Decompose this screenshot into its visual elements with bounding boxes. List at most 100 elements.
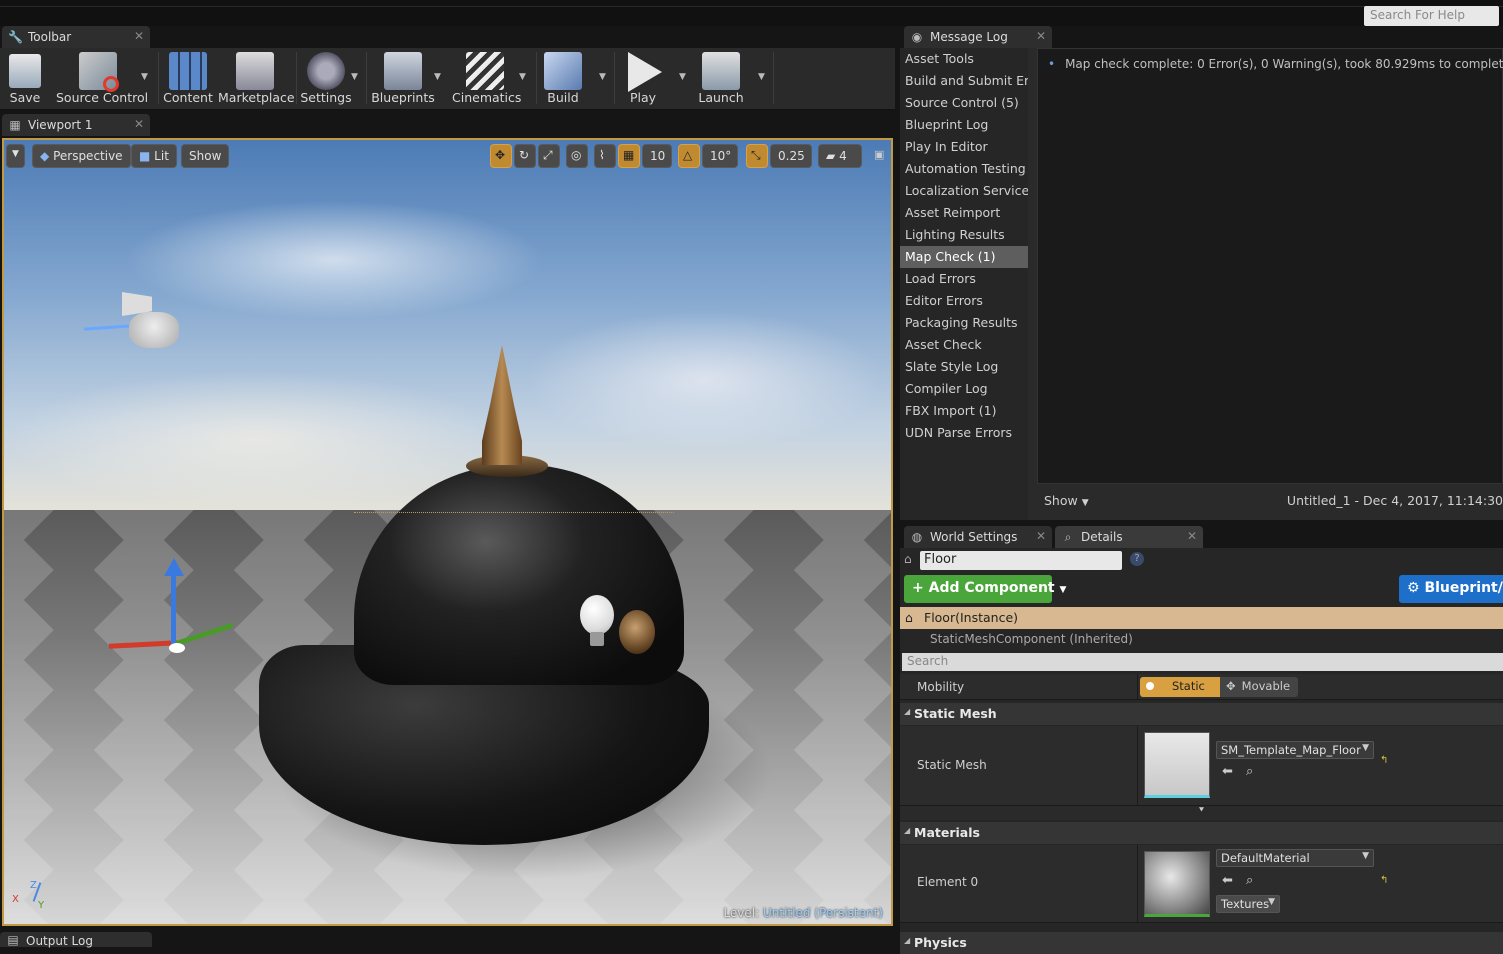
log-category-item[interactable]: Blueprint Log xyxy=(900,114,1028,136)
log-category-item[interactable]: Asset Reimport xyxy=(900,202,1028,224)
chevron-down-icon: ▼ xyxy=(1362,743,1369,753)
blueprint-add-script-button[interactable]: ⚙ Blueprint/Add Script xyxy=(1399,575,1503,603)
tab-toolbar[interactable]: 🔧 Toolbar ✕ xyxy=(2,26,150,48)
rotate-tool-icon[interactable]: ↻ xyxy=(514,144,536,168)
tab-viewport[interactable]: ▦ Viewport 1 ✕ xyxy=(2,114,150,136)
textures-dropdown[interactable]: Textures ▼ xyxy=(1216,895,1280,913)
static-mesh-dropdown[interactable]: SM_Template_Map_Floor ▼ xyxy=(1216,741,1374,759)
perspective-button[interactable]: ◆ Perspective xyxy=(32,144,131,168)
level-name[interactable]: Untitled (Persistent) xyxy=(763,906,883,920)
chevron-down-icon[interactable]: ▼ xyxy=(599,72,606,82)
wrench-icon: 🔧 xyxy=(8,30,23,44)
log-category-item[interactable]: FBX Import (1) xyxy=(900,400,1028,422)
move-icon: ✥ xyxy=(1226,679,1236,693)
title-strip: Search For Help xyxy=(0,0,1503,26)
category-materials[interactable]: Materials xyxy=(900,822,1503,844)
cinematics-button[interactable]: Cinematics xyxy=(452,48,521,108)
log-category-item[interactable]: Load Errors xyxy=(900,268,1028,290)
log-category-item[interactable]: Slate Style Log xyxy=(900,356,1028,378)
chevron-down-icon[interactable]: ▼ xyxy=(141,72,148,82)
close-icon[interactable]: ✕ xyxy=(1036,529,1046,543)
static-mesh-thumbnail[interactable] xyxy=(1144,732,1210,798)
scale-snap-value[interactable]: 0.25 xyxy=(770,144,812,168)
log-category-item[interactable]: Map Check (1) xyxy=(900,246,1028,268)
material-dropdown[interactable]: DefaultMaterial ▼ xyxy=(1216,849,1374,867)
play-button[interactable]: Play xyxy=(618,48,668,108)
point-light-icon[interactable] xyxy=(580,595,614,635)
help-icon[interactable]: ? xyxy=(1130,552,1144,566)
browse-icon[interactable]: ⌕ xyxy=(1246,873,1253,888)
close-icon[interactable]: ✕ xyxy=(134,117,144,131)
log-category-item[interactable]: Packaging Results xyxy=(900,312,1028,334)
log-category-item[interactable]: Editor Errors xyxy=(900,290,1028,312)
tab-output-log[interactable]: ▤ Output Log xyxy=(0,932,152,948)
close-icon[interactable]: ✕ xyxy=(1187,529,1197,543)
tab-details[interactable]: ⌕ Details ✕ xyxy=(1055,526,1203,548)
surface-snap-icon[interactable]: ⌇ xyxy=(594,144,616,168)
message-log-icon: ◉ xyxy=(911,30,923,44)
world-space-icon[interactable]: ◎ xyxy=(566,144,588,168)
source-control-button[interactable]: Source Control xyxy=(56,48,148,108)
lit-button[interactable]: ■ Lit xyxy=(131,144,177,168)
log-category-item[interactable]: Compiler Log xyxy=(900,378,1028,400)
marketplace-button[interactable]: Marketplace xyxy=(218,48,295,108)
log-category-item[interactable]: Localization Service (1) xyxy=(900,180,1028,202)
add-component-button[interactable]: + Add Component ▼ xyxy=(904,575,1066,603)
close-icon[interactable]: ✕ xyxy=(134,29,144,43)
log-category-item[interactable]: Play In Editor xyxy=(900,136,1028,158)
scale-tool-icon[interactable]: ⤢ xyxy=(538,144,560,168)
settings-button[interactable]: Settings xyxy=(300,48,352,108)
build-button[interactable]: Build xyxy=(540,48,586,108)
log-category-item[interactable]: UDN Parse Errors xyxy=(900,422,1028,444)
log-category-item[interactable]: Asset Check xyxy=(900,334,1028,356)
reset-to-default-icon[interactable]: ↰ xyxy=(1380,755,1388,766)
grid-snap-icon[interactable]: ▦ xyxy=(618,144,640,168)
chevron-down-icon[interactable]: ▼ xyxy=(351,72,358,82)
chevron-down-icon[interactable]: ▼ xyxy=(679,72,686,82)
component-static-mesh[interactable]: StaticMeshComponent (Inherited) xyxy=(900,632,1503,646)
player-start-icon[interactable] xyxy=(129,312,179,348)
rotation-snap-value[interactable]: 10° xyxy=(702,144,738,168)
tab-world-settings[interactable]: ◍ World Settings ✕ xyxy=(904,526,1052,548)
rotation-snap-icon[interactable]: △ xyxy=(678,144,700,168)
chevron-down-icon[interactable]: ▼ xyxy=(434,72,441,82)
level-viewport[interactable]: ▼ ◆ Perspective ■ Lit Show ✥ ↻ ⤢ ◎ ⌇ ▦ 1… xyxy=(2,138,893,926)
static-mesh-row: Static Mesh SM_Template_Map_Floor ▼ ⬅ ⌕ ↰ xyxy=(900,726,1503,806)
category-static-mesh[interactable]: Static Mesh xyxy=(900,703,1503,725)
category-physics[interactable]: Physics xyxy=(900,932,1503,954)
property-search-input[interactable]: Search xyxy=(902,653,1503,671)
log-category-item[interactable]: Asset Tools xyxy=(900,48,1028,70)
viewport-options-button[interactable]: ▼ xyxy=(6,144,25,168)
scale-snap-icon[interactable]: ⤡ xyxy=(746,144,768,168)
camera-speed-button[interactable]: ▰ 4 xyxy=(818,144,862,168)
log-show-dropdown[interactable]: Show ▼ xyxy=(1044,493,1089,508)
tab-message-log[interactable]: ◉ Message Log ✕ xyxy=(904,26,1052,48)
grid-snap-value[interactable]: 10 xyxy=(642,144,672,168)
browse-icon[interactable]: ⌕ xyxy=(1246,764,1253,779)
blueprints-button[interactable]: Blueprints xyxy=(370,48,436,108)
log-category-item[interactable]: Automation Testing Log xyxy=(900,158,1028,180)
mobility-movable-toggle[interactable]: ✥ Movable xyxy=(1220,677,1298,697)
chevron-down-icon[interactable]: ▼ xyxy=(758,72,765,82)
close-icon[interactable]: ✕ xyxy=(1036,29,1046,43)
content-button[interactable]: Content xyxy=(162,48,214,108)
launch-button[interactable]: Launch xyxy=(694,48,748,108)
material-thumbnail[interactable] xyxy=(1144,851,1210,917)
gizmo-z-axis[interactable] xyxy=(171,565,176,645)
translate-tool-icon[interactable]: ✥ xyxy=(490,144,512,168)
reset-to-default-icon[interactable]: ↰ xyxy=(1380,875,1388,886)
use-selected-icon[interactable]: ⬅ xyxy=(1222,873,1233,888)
help-search-input[interactable]: Search For Help xyxy=(1364,6,1499,26)
log-category-item[interactable]: Source Control (5) xyxy=(900,92,1028,114)
actor-name-field[interactable]: Floor xyxy=(920,551,1122,570)
show-button[interactable]: Show xyxy=(181,144,230,168)
log-category-item[interactable]: Lighting Results xyxy=(900,224,1028,246)
use-selected-icon[interactable]: ⬅ xyxy=(1222,764,1233,779)
maximize-icon[interactable]: ▣ xyxy=(874,148,884,161)
expand-advanced-icon[interactable]: ⯆ xyxy=(900,806,1503,820)
chevron-down-icon[interactable]: ▼ xyxy=(519,72,526,82)
mobility-static-toggle[interactable]: Static xyxy=(1140,677,1220,697)
log-category-item[interactable]: Build and Submit Errors xyxy=(900,70,1028,92)
component-root-instance[interactable]: ⌂ Floor(Instance) xyxy=(900,607,1503,629)
save-button[interactable]: Save xyxy=(0,48,50,108)
